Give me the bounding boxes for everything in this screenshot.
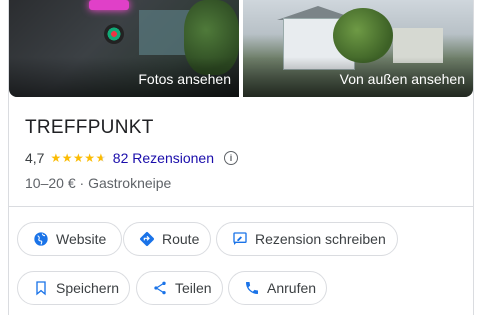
meta-separator: ·	[79, 175, 85, 191]
rating-value: 4,7	[25, 150, 45, 166]
place-meta: 10–20 € · Gastrokneipe	[25, 175, 171, 191]
save-button[interactable]: Speichern	[17, 271, 130, 305]
place-card: Fotos ansehen Von außen ansehen TREFFPUN…	[8, 0, 474, 315]
star-icon: ★	[73, 151, 85, 165]
review-icon	[231, 230, 249, 248]
globe-icon	[32, 230, 50, 248]
star-icon: ★	[84, 151, 96, 165]
share-button[interactable]: Teilen	[136, 271, 223, 305]
photos-tile[interactable]: Fotos ansehen	[9, 0, 239, 97]
dartboard-graphic	[104, 24, 124, 44]
share-label: Teilen	[175, 280, 212, 296]
bookmark-icon	[32, 279, 50, 297]
website-label: Website	[56, 231, 107, 247]
star-icon: ★	[61, 151, 73, 165]
street-view-caption: Von außen ansehen	[339, 71, 465, 87]
write-review-button[interactable]: Rezension schreiben	[216, 222, 398, 256]
star-icon: ★	[50, 151, 62, 165]
route-button[interactable]: Route	[123, 222, 211, 256]
rating-row: 4,7 ★★★★★ 82 Rezensionen i	[25, 150, 238, 166]
photo-strip: Fotos ansehen Von außen ansehen	[9, 0, 473, 97]
category: Gastrokneipe	[88, 175, 172, 191]
directions-icon	[138, 230, 156, 248]
reviews-link[interactable]: 82 Rezensionen	[113, 150, 214, 166]
phone-icon	[243, 279, 261, 297]
star-rating: ★★★★★	[50, 151, 106, 165]
call-button[interactable]: Anrufen	[228, 271, 327, 305]
share-icon	[151, 279, 169, 297]
half-star-icon: ★	[95, 151, 107, 165]
website-button[interactable]: Website	[17, 222, 122, 256]
write-review-label: Rezension schreiben	[255, 231, 386, 247]
route-label: Route	[162, 231, 200, 247]
place-title: TREFFPUNKT	[25, 117, 154, 138]
photos-caption: Fotos ansehen	[138, 71, 231, 87]
neon-sign-graphic	[89, 0, 129, 10]
divider	[9, 206, 473, 207]
price-range: 10–20 €	[25, 175, 76, 191]
tree-graphic	[333, 8, 393, 63]
street-view-tile[interactable]: Von außen ansehen	[243, 0, 473, 97]
save-label: Speichern	[56, 280, 120, 296]
call-label: Anrufen	[267, 280, 317, 296]
info-icon[interactable]: i	[223, 151, 238, 165]
